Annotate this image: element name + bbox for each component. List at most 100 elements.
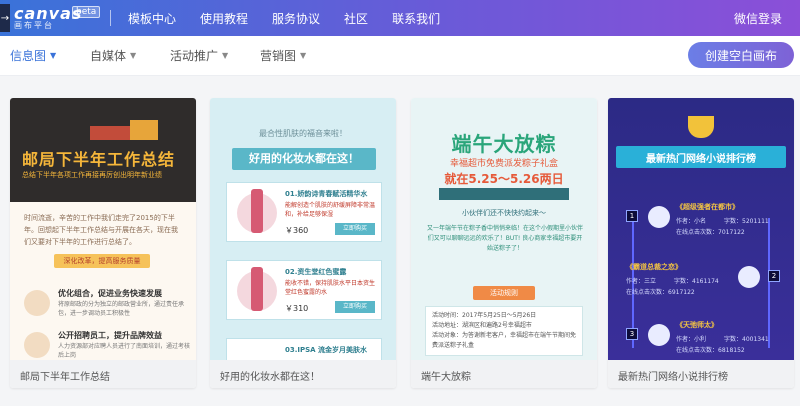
product-desc: 能解创造个肌肤的舒缓屏障非常温和，补给足够保湿 xyxy=(285,202,376,218)
chevron-down-icon: ▼ xyxy=(222,51,229,60)
megaphone-icon xyxy=(648,206,670,228)
book-title: 《霸道总裁之恋》 xyxy=(626,263,682,271)
chevron-down-icon: ▼ xyxy=(130,51,137,60)
top-bar: → canvas 画布平台 beta 模板中心 使用教程 服务协议 社区 联系我… xyxy=(0,0,800,36)
book-author: 作者：小名 xyxy=(676,218,707,225)
ribbon-decoration xyxy=(439,188,569,200)
thumb-subtitle: 幸福超市免费派发粽子礼盒 xyxy=(449,159,558,169)
filter-promotion[interactable]: 活动推广 ▼ xyxy=(170,47,228,64)
thumb-title: 邮局下半年工作总结 xyxy=(22,150,176,169)
book-words: 字数：4161174 xyxy=(674,278,719,285)
card-caption: 邮局下半年工作总结 xyxy=(10,360,196,388)
logo-subtext: 画布平台 xyxy=(14,21,54,30)
chart-icon xyxy=(24,290,50,316)
rule-badge: 活动规则 xyxy=(473,286,535,300)
rules-box: 活动时间：2017年5月25日～5月26日 活动地址：湖滨区和遍路2号幸福超市 … xyxy=(425,306,583,356)
thumb-item: 公开招聘员工，提升品牌效益 人力资源部对应聘人员进行了南面培训，通过考核后上岗 xyxy=(24,330,192,360)
book-author: 作者：三立 xyxy=(626,278,657,285)
template-card-post-office[interactable]: 邮局下半年工作总结 总结下半年各项工作再接再厉创出明年新业绩 时间流逝，辛苦的工… xyxy=(10,98,196,388)
thumb-title: 端午大放粽 xyxy=(451,132,557,156)
thumb-item-title: 公开招聘员工，提升品牌效益 xyxy=(58,331,162,340)
thumb-kicker: 最合性肌肤的福音来啦！ xyxy=(259,129,347,138)
thumb-item-desc: 将原邮政的分为独立的邮政营业所，通过责任承包，进一步调动员工积极性 xyxy=(58,301,185,317)
rule-line: 活动对象：为答谢新老客户，幸福超市在端午节期间免费派送粽子礼盒 xyxy=(432,332,577,349)
template-card-novel-ranking[interactable]: 最新热门网络小说排行榜 1 《超级强者在都市》 作者：小名 字数：5201111… xyxy=(608,98,794,388)
rank-number: 1 xyxy=(626,210,638,222)
rank-item: 《霸道总裁之恋》 作者：三立 字数：4161174 在线点击次数：6917122… xyxy=(626,262,780,318)
thumb-product: 01.娇韵诗青春赋活精华水 能解创造个肌肤的舒缓屏障非常温和，补给足够保湿 ￥3… xyxy=(226,182,382,242)
filter-label: 营销图 xyxy=(260,49,297,63)
presentation-icon xyxy=(24,332,50,358)
book-words: 字数：5201111 xyxy=(724,218,769,225)
book-clicks: 在线点击次数：6917122 xyxy=(626,289,695,296)
book-author: 作者：小利 xyxy=(676,336,707,343)
template-card-toner[interactable]: 最合性肌肤的福音来啦！ 好用的化妆水都在这！ 01.娇韵诗青春赋活精华水 能解创… xyxy=(210,98,396,388)
chevron-down-icon: ▼ xyxy=(300,51,307,60)
book-clicks: 在线点击次数：7017122 xyxy=(676,229,745,236)
filter-label: 活动推广 xyxy=(170,49,219,63)
nav-item-template-center[interactable]: 模板中心 xyxy=(128,10,176,27)
template-thumbnail: 最合性肌肤的福音来啦！ 好用的化妆水都在这！ 01.娇韵诗青春赋活精华水 能解创… xyxy=(210,98,396,360)
card-caption: 端午大放粽 xyxy=(411,360,597,388)
main-nav: 模板中心 使用教程 服务协议 社区 联系我们 xyxy=(128,0,440,36)
template-thumbnail: 端午大放粽 幸福超市免费派发粽子礼盒 就在5.25～5.26两日 小伙伴们还不快… xyxy=(411,98,597,360)
filter-marketing[interactable]: 营销图 ▼ xyxy=(260,47,306,64)
wechat-login-link[interactable]: 微信登录 xyxy=(734,10,782,27)
product-title: 01.娇韵诗青春赋活精华水 xyxy=(285,190,368,198)
thumb-subtitle: 总结下半年各项工作再接再厉创出明年新业绩 xyxy=(22,171,162,179)
book-title: 《超级强者在都市》 xyxy=(676,203,739,211)
card-caption: 最新热门网络小说排行榜 xyxy=(608,360,794,388)
product-title: 02.资生堂红色蜜露 xyxy=(285,268,347,276)
beta-badge: beta xyxy=(72,6,101,18)
category-filter-bar: 信息图 ▼ 自媒体 ▼ 活动推广 ▼ 营销图 ▼ xyxy=(0,36,800,76)
filter-label: 信息图 xyxy=(10,49,47,63)
planet-icon xyxy=(738,266,760,288)
template-thumbnail: 最新热门网络小说排行榜 1 《超级强者在都市》 作者：小名 字数：5201111… xyxy=(608,98,794,360)
rank-number: 2 xyxy=(768,270,780,282)
card-caption: 好用的化妆水都在这！ xyxy=(210,360,396,388)
bottle-icon xyxy=(251,267,263,311)
book-clicks: 在线点击次数：6818152 xyxy=(676,347,745,354)
rule-line: 活动地址：湖滨区和遍路2号幸福超市 xyxy=(432,322,532,329)
filter-infographic[interactable]: 信息图 ▼ xyxy=(10,47,56,64)
canvas-logo[interactable]: → canvas 画布平台 beta xyxy=(0,4,101,32)
product-desc: 能收不错，保持肌肤水平日本资生堂红色蜜露的水 xyxy=(285,280,376,296)
rank-number: 3 xyxy=(626,328,638,340)
create-blank-canvas-button[interactable]: 创建空白画布 xyxy=(688,42,794,68)
thumb-banner: 好用的化妆水都在这！ xyxy=(232,148,376,170)
nav-item-community[interactable]: 社区 xyxy=(344,10,368,27)
thumb-product: 03.IPSA 流金岁月美肤水 xyxy=(226,338,382,360)
rocket-icon xyxy=(648,324,670,346)
product-price: ￥310 xyxy=(285,304,309,313)
rank-item: 3 《天弛师太》 作者：小利 字数：4001341 在线点击次数：6818152 xyxy=(626,320,780,360)
back-arrow-icon[interactable]: → xyxy=(0,4,10,32)
template-thumbnail: 邮局下半年工作总结 总结下半年各项工作再接再厉创出明年新业绩 时间流逝，辛苦的工… xyxy=(10,98,196,360)
filter-label: 自媒体 xyxy=(90,49,127,63)
rank-item: 1 《超级强者在都市》 作者：小名 字数：5201111 在线点击次数：7017… xyxy=(626,202,780,258)
books-illustration xyxy=(130,120,158,140)
filter-self-media[interactable]: 自媒体 ▼ xyxy=(90,47,136,64)
rule-line: 活动时间：2017年5月25日～5月26日 xyxy=(432,312,537,319)
book-title: 《天弛师太》 xyxy=(676,321,718,329)
logo-divider xyxy=(110,10,111,26)
product-price: ￥360 xyxy=(285,226,309,235)
nav-item-tutorial[interactable]: 使用教程 xyxy=(200,10,248,27)
nav-item-contact[interactable]: 联系我们 xyxy=(392,10,440,27)
thumb-item-desc: 人力资源部对应聘人员进行了南面培训，通过考核后上岗 xyxy=(58,343,191,359)
thumb-pill: 深化改革，提高服务质量 xyxy=(54,254,150,268)
thumb-paragraph: 时间流逝，辛苦的工作中我们走完了2015的下半年。回想起下半年工作总结与开展在各… xyxy=(24,214,178,246)
trophy-icon xyxy=(688,116,714,138)
chevron-down-icon: ▼ xyxy=(50,51,57,60)
thumb-item-title: 优化组合，促进业务快速发展 xyxy=(58,289,162,298)
thumb-paragraph: 又一年端午节在粽子香中悄悄来临！在这个小假期里小伙伴们又可以聊聊远远的欢乐了！B… xyxy=(426,225,583,252)
thumb-invite: 小伙伴们还不快快约起来～ xyxy=(462,209,546,217)
bottle-icon xyxy=(251,189,263,233)
nav-item-service-agreement[interactable]: 服务协议 xyxy=(272,10,320,27)
product-buy: 立即购买 xyxy=(335,301,375,313)
thumb-title: 最新热门网络小说排行榜 xyxy=(646,154,756,165)
thumb-item: 优化组合，促进业务快速发展 将原邮政的分为独立的邮政营业所，通过责任承包，进一步… xyxy=(24,288,192,324)
template-card-dragon-boat[interactable]: 端午大放粽 幸福超市免费派发粽子礼盒 就在5.25～5.26两日 小伙伴们还不快… xyxy=(411,98,597,388)
book-words: 字数：4001341 xyxy=(724,336,769,343)
thumb-date: 就在5.25～5.26两日 xyxy=(444,172,564,186)
thumb-product: 02.资生堂红色蜜露 能收不错，保持肌肤水平日本资生堂红色蜜露的水 ￥310 立… xyxy=(226,260,382,320)
